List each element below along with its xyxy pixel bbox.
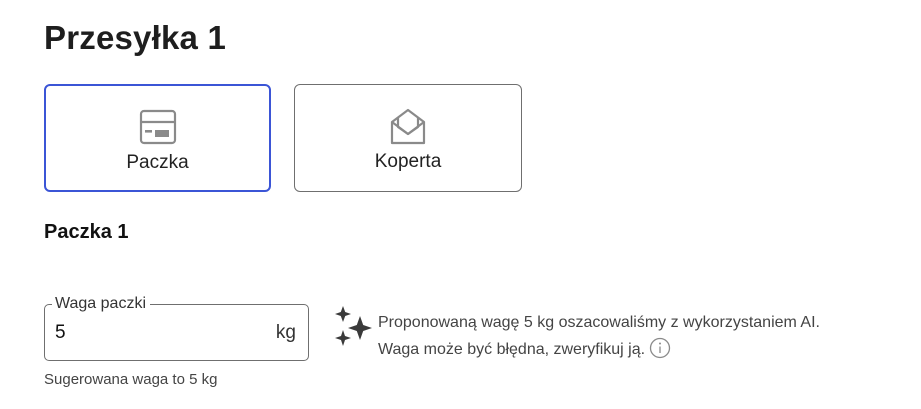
- ai-note-line-2-text: Waga może być błędna, zweryfikuj ją.: [378, 341, 646, 358]
- section-title: Paczka 1: [44, 221, 129, 243]
- shipment-type-label: Koperta: [374, 151, 442, 172]
- package-icon: [137, 106, 179, 148]
- weight-field-label: Waga paczki: [52, 294, 150, 314]
- envelope-icon: [387, 105, 429, 147]
- shipment-type-package[interactable]: Paczka: [44, 84, 271, 192]
- info-icon[interactable]: [649, 337, 671, 359]
- shipment-type-envelope[interactable]: Koperta: [294, 84, 522, 192]
- weight-input[interactable]: [55, 322, 255, 344]
- ai-note-line-2: Waga może być błędna, zweryfikuj ją.: [378, 336, 820, 363]
- weight-unit: kg: [275, 322, 296, 343]
- ai-suggestion-note: Proponowaną wagę 5 kg oszacowaliśmy z wy…: [378, 309, 820, 363]
- weight-helper-text: Sugerowana waga to 5 kg: [44, 371, 218, 388]
- ai-note-line-1: Proponowaną wagę 5 kg oszacowaliśmy z wy…: [378, 314, 820, 331]
- shipment-type-label: Paczka: [126, 152, 189, 173]
- page-title: Przesyłka 1: [44, 19, 227, 56]
- sparkle-icon: [335, 306, 373, 348]
- weight-field[interactable]: Waga paczki kg: [44, 294, 309, 361]
